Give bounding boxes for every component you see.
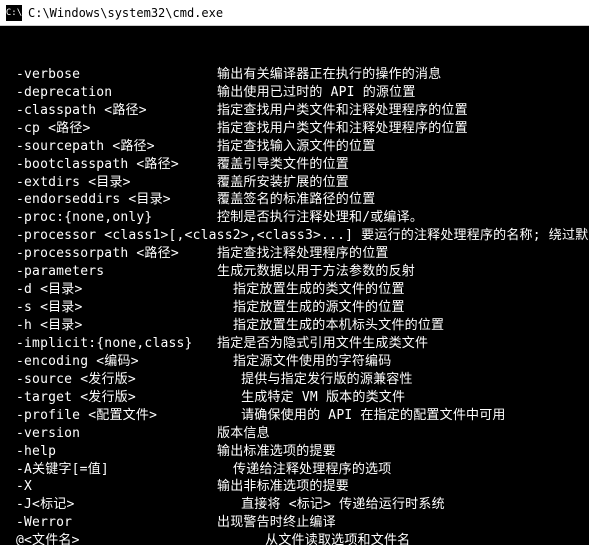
option-flag: -cp <路径> [2,120,217,138]
option-flag: -A关键字[=值] [2,461,217,479]
option-flag: -processor <class1>[,<class2>,<class3>..… [2,227,588,245]
option-description: 直接将 <标记> 传递给运行时系统 [217,496,587,514]
option-line: -processor <class1>[,<class2>,<class3>..… [2,227,587,245]
option-flag: -extdirs <目录> [2,174,217,192]
option-description: 提供与指定发行版的源兼容性 [217,371,587,389]
option-line: -d <目录> 指定放置生成的类文件的位置 [2,281,587,299]
option-line: -encoding <编码> 指定源文件使用的字符编码 [2,353,587,371]
option-description: 指定是否为隐式引用文件生成类文件 [217,335,587,353]
option-line: -proc:{none,only}控制是否执行注释处理和/或编译。 [2,209,587,227]
option-description: 指定查找输入源文件的位置 [217,138,587,156]
cmd-icon: C:\ [6,5,22,21]
window-title: C:\Windows\system32\cmd.exe [28,6,223,20]
option-description: 指定查找用户类文件和注释处理程序的位置 [217,120,587,138]
option-flag: -Werror [2,514,217,532]
option-description: 出现警告时终止编译 [217,514,587,532]
option-flag: -proc:{none,only} [2,209,217,227]
option-line: -implicit:{none,class}指定是否为隐式引用文件生成类文件 [2,335,587,353]
option-flag: -help [2,443,217,461]
option-line: -parameters生成元数据以用于方法参数的反射 [2,263,587,281]
option-flag: -classpath <路径> [2,102,217,120]
option-description: 指定放置生成的类文件的位置 [217,281,587,299]
option-flag: -bootclasspath <路径> [2,156,217,174]
option-line: -Werror出现警告时终止编译 [2,514,587,532]
option-description: 指定放置生成的源文件的位置 [217,299,587,317]
option-description: 控制是否执行注释处理和/或编译。 [217,209,587,227]
option-flag: -s <目录> [2,299,217,317]
option-line: -s <目录> 指定放置生成的源文件的位置 [2,299,587,317]
option-flag: -verbose [2,66,217,84]
option-description: 生成特定 VM 版本的类文件 [217,389,587,407]
option-description: 指定放置生成的本机标头文件的位置 [217,317,587,335]
option-description: 输出有关编译器正在执行的操作的消息 [217,66,587,84]
option-line: -deprecation输出使用已过时的 API 的源位置 [2,84,587,102]
option-line: -profile <配置文件> 请确保使用的 API 在指定的配置文件中可用 [2,407,587,425]
option-description: 覆盖签名的标准路径的位置 [217,191,587,209]
option-flag: -processorpath <路径> [2,245,217,263]
option-flag: -sourcepath <路径> [2,138,217,156]
option-line: -bootclasspath <路径>覆盖引导类文件的位置 [2,156,587,174]
option-line: -version版本信息 [2,425,587,443]
option-flag: -profile <配置文件> [2,407,217,425]
option-flag: -J<标记> [2,496,217,514]
option-flag: -source <发行版> [2,371,217,389]
option-flag: -encoding <编码> [2,353,217,371]
option-flag: -endorseddirs <目录> [2,191,217,209]
option-description: 指定源文件使用的字符编码 [217,353,587,371]
option-flag: -target <发行版> [2,389,217,407]
option-line: -J<标记> 直接将 <标记> 传递给运行时系统 [2,496,587,514]
option-flag: @<文件名> [2,532,217,545]
option-line: -endorseddirs <目录>覆盖签名的标准路径的位置 [2,191,587,209]
option-flag: -version [2,425,217,443]
option-flag: -parameters [2,263,217,281]
option-description: 输出非标准选项的提要 [217,478,587,496]
option-description: 指定查找用户类文件和注释处理程序的位置 [217,102,587,120]
terminal-output[interactable]: -verbose输出有关编译器正在执行的操作的消息-deprecation输出使… [0,26,589,545]
option-line: -source <发行版> 提供与指定发行版的源兼容性 [2,371,587,389]
option-line: -help输出标准选项的提要 [2,443,587,461]
option-line: -classpath <路径>指定查找用户类文件和注释处理程序的位置 [2,102,587,120]
option-flag: -d <目录> [2,281,217,299]
option-description: 从文件读取选项和文件名 [217,532,587,545]
option-line: -cp <路径>指定查找用户类文件和注释处理程序的位置 [2,120,587,138]
option-line: -sourcepath <路径>指定查找输入源文件的位置 [2,138,587,156]
option-description: 请确保使用的 API 在指定的配置文件中可用 [217,407,587,425]
option-flag: -deprecation [2,84,217,102]
option-line: -h <目录> 指定放置生成的本机标头文件的位置 [2,317,587,335]
option-description: 传递给注释处理程序的选项 [217,461,587,479]
option-description: 输出标准选项的提要 [217,443,587,461]
option-line: -processorpath <路径>指定查找注释处理程序的位置 [2,245,587,263]
option-description: 指定查找注释处理程序的位置 [217,245,587,263]
option-flag: -X [2,478,217,496]
option-description: 输出使用已过时的 API 的源位置 [217,84,587,102]
option-description: 生成元数据以用于方法参数的反射 [217,263,587,281]
option-line: -extdirs <目录>覆盖所安装扩展的位置 [2,174,587,192]
option-flag: -implicit:{none,class} [2,335,217,353]
option-line: -verbose输出有关编译器正在执行的操作的消息 [2,66,587,84]
option-flag: -h <目录> [2,317,217,335]
option-description: 版本信息 [217,425,587,443]
option-line: -target <发行版> 生成特定 VM 版本的类文件 [2,389,587,407]
option-description: 覆盖引导类文件的位置 [217,156,587,174]
window-title-bar: C:\ C:\Windows\system32\cmd.exe [0,0,589,26]
option-description: 覆盖所安装扩展的位置 [217,174,587,192]
option-line: @<文件名> 从文件读取选项和文件名 [2,532,587,545]
option-line: -X输出非标准选项的提要 [2,478,587,496]
option-line: -A关键字[=值] 传递给注释处理程序的选项 [2,461,587,479]
